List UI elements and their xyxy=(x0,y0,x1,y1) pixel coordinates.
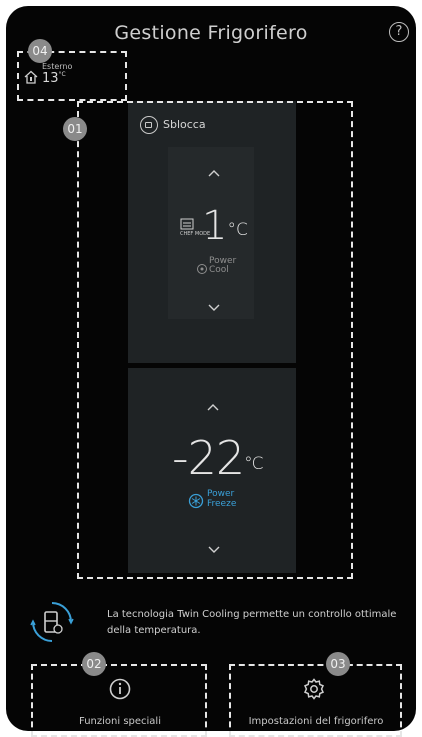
twin-cooling-icon xyxy=(30,602,74,642)
twin-cooling-description: La tecnologia Twin Cooling permette un c… xyxy=(107,609,397,636)
callout-badge-01: 01 xyxy=(63,117,87,141)
callout-badge-02: 02 xyxy=(82,652,106,676)
callout-badge-03: 03 xyxy=(326,652,350,676)
callout-badge-04: 04 xyxy=(28,39,52,63)
callout-box-settings xyxy=(229,664,402,737)
page-title: Gestione Frigorifero xyxy=(114,22,308,44)
help-icon[interactable]: ? xyxy=(389,22,409,42)
callout-box-compartments xyxy=(77,101,353,579)
callout-box-special xyxy=(31,664,207,737)
